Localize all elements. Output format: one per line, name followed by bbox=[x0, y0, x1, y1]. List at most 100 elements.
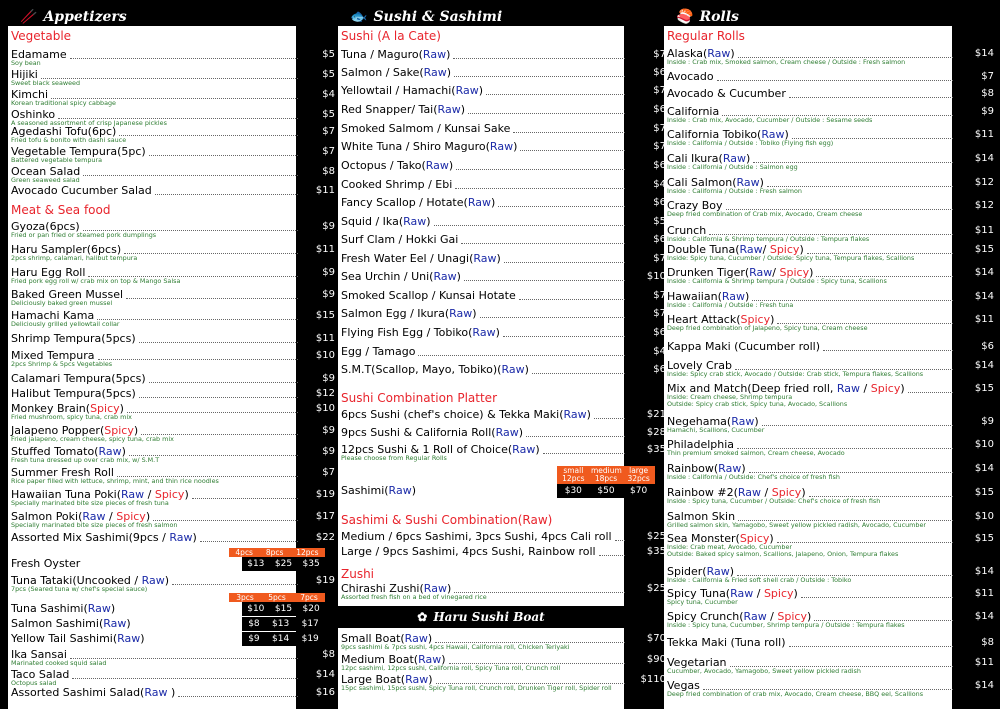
item-price: $25 bbox=[646, 531, 666, 542]
item-description: Inside : California / Outside : Salmon e… bbox=[667, 163, 798, 171]
dotted-leader bbox=[907, 392, 953, 393]
menu-item-name: Sashimi(Raw) bbox=[341, 484, 416, 497]
item-description: Deep fried combination of crab mix, Avoc… bbox=[667, 690, 924, 698]
item-text: / bbox=[753, 587, 764, 600]
item-price: $7 bbox=[653, 49, 666, 60]
item-price: $8 bbox=[981, 637, 994, 648]
item-price: $10 bbox=[315, 350, 335, 361]
dotted-leader bbox=[461, 243, 625, 244]
section-heading: Vegetable bbox=[11, 29, 72, 43]
item-description: Fried tofu & bonito with dashi sauce bbox=[11, 136, 127, 144]
item-text: Tuna Sashimi( bbox=[11, 602, 88, 615]
menu-item-name: Salmon Egg / Ikura(Raw) bbox=[341, 307, 477, 320]
item-text: ) bbox=[518, 426, 523, 439]
item-price: $11 bbox=[315, 333, 335, 344]
item-price: $11 bbox=[974, 657, 994, 668]
dotted-leader bbox=[148, 155, 298, 156]
item-price: $7 bbox=[653, 85, 666, 96]
dotted-leader bbox=[788, 646, 953, 647]
item-text: Fresh Water Eel / Unagi( bbox=[341, 252, 474, 265]
item-price: $14 bbox=[974, 611, 994, 622]
item-text: ) bbox=[456, 270, 461, 283]
size-options-bar: small 12pcs medium 18pcs large 32pcs bbox=[557, 466, 655, 484]
item-text: / bbox=[860, 382, 871, 395]
item-text: ) bbox=[478, 84, 484, 97]
size-option-label: medium 18pcs bbox=[590, 466, 622, 483]
item-price: $14 bbox=[315, 669, 335, 680]
dotted-leader bbox=[502, 336, 625, 337]
spicy-label: Spicy bbox=[763, 587, 794, 600]
menu-item-name: Large / 9pcs Sashimi, 4pcs Sushi, Rainbo… bbox=[341, 545, 596, 558]
dotted-leader bbox=[455, 188, 625, 189]
item-text: Avocado bbox=[667, 70, 714, 83]
item-text: ) bbox=[900, 382, 905, 395]
size-price: $8 bbox=[248, 619, 260, 629]
item-description: Please choose from Regular Rolls bbox=[341, 454, 447, 462]
menu-item-name: Assorted Mix Sashimi(9pcs / Raw) bbox=[11, 531, 197, 544]
size-price: $10 bbox=[247, 604, 265, 614]
size-price-box: $9 $14 $19 bbox=[242, 632, 325, 646]
item-price: $4 bbox=[653, 179, 666, 190]
item-text: ) bbox=[140, 632, 145, 645]
item-description: Inside : Spicy tuna, Cucumber / Outside:… bbox=[667, 497, 881, 505]
item-price: $14 bbox=[974, 566, 994, 577]
item-text: Octopus / Tako( bbox=[341, 159, 426, 172]
item-text: Salmon Egg / Ikura( bbox=[341, 307, 450, 320]
raw-label: Raw bbox=[117, 632, 141, 645]
item-text: Salmon / Sake( bbox=[341, 66, 424, 79]
menu-item-name: Red Snapper/ Tai(Raw) bbox=[341, 103, 465, 116]
item-description: Inside : California / Outside : Fresh sa… bbox=[667, 187, 802, 195]
column-header-appetizers: 🥢 Appetizers bbox=[20, 6, 127, 28]
size-price: $20 bbox=[302, 604, 320, 614]
raw-label: Raw bbox=[563, 408, 587, 421]
menu-item-name: Fresh Oyster bbox=[11, 557, 80, 570]
menu-item-name: Smoked Scallop / Kunsai Hotate bbox=[341, 289, 516, 302]
item-price: $6 bbox=[653, 327, 666, 338]
raw-label: Raw bbox=[467, 196, 491, 209]
size-price: $70 bbox=[630, 486, 648, 496]
item-price: $15 bbox=[974, 487, 994, 498]
item-price: $17 bbox=[315, 511, 335, 522]
item-price: $5 bbox=[653, 216, 666, 227]
item-price: $9 bbox=[981, 416, 994, 427]
size-price: $17 bbox=[301, 619, 319, 629]
item-price: $15 bbox=[315, 310, 335, 321]
item-description: Fried jalapeno, cream cheese, spicy tuna… bbox=[11, 435, 174, 443]
item-text: ) bbox=[495, 326, 500, 339]
item-price: $19 bbox=[315, 575, 335, 586]
item-text: ) bbox=[586, 408, 591, 421]
item-price: $6 bbox=[653, 197, 666, 208]
item-price: $9 bbox=[981, 106, 994, 117]
section-heading: Sushi (A la Cate) bbox=[341, 29, 441, 43]
dotted-leader bbox=[593, 418, 625, 419]
size-option-label: 8pcs bbox=[265, 548, 284, 557]
column-header-sushi: 🐟 Sushi & Sashimi bbox=[350, 6, 502, 28]
dotted-leader bbox=[542, 453, 625, 454]
item-text: Avocado & Cucumber bbox=[667, 87, 786, 100]
item-price: $14 bbox=[974, 267, 994, 278]
raw-label: Raw bbox=[403, 215, 427, 228]
item-description: Soy bean bbox=[11, 59, 41, 67]
dotted-leader bbox=[453, 58, 625, 59]
item-text: Yellow Tail Sashimi( bbox=[11, 632, 118, 645]
item-price: $19 bbox=[315, 489, 335, 500]
item-description: Inside : California & Shrimp tempura / O… bbox=[667, 235, 870, 243]
size-price-box: $30 $50 $70 bbox=[557, 484, 655, 498]
item-text: 9pcs Sushi & California Roll( bbox=[341, 426, 496, 439]
dotted-leader bbox=[154, 194, 298, 195]
item-text: Sea Urchin / Uni( bbox=[341, 270, 434, 283]
dotted-leader bbox=[126, 298, 298, 299]
item-price: $10 bbox=[974, 511, 994, 522]
dotted-leader bbox=[97, 319, 298, 320]
raw-label: Raw bbox=[425, 159, 449, 172]
item-description: Sweet black seaweed bbox=[11, 79, 81, 87]
size-options-bar: 4pcs 8pcs 12pcs bbox=[229, 548, 325, 557]
size-option-label: 4pcs bbox=[235, 548, 253, 557]
item-text: ) bbox=[110, 602, 116, 615]
dotted-leader bbox=[716, 80, 953, 81]
dotted-leader bbox=[498, 206, 625, 207]
item-description: Deep fried combination of Crab mix, Avoc… bbox=[667, 210, 863, 218]
menu-item-name: Yellowtail / Hamachi(Raw) bbox=[341, 84, 483, 97]
roll-icon: 🍣 bbox=[676, 9, 694, 25]
item-description: 15pc sashimi, 15pcs sushi, Spicy Tuna ro… bbox=[341, 684, 612, 692]
